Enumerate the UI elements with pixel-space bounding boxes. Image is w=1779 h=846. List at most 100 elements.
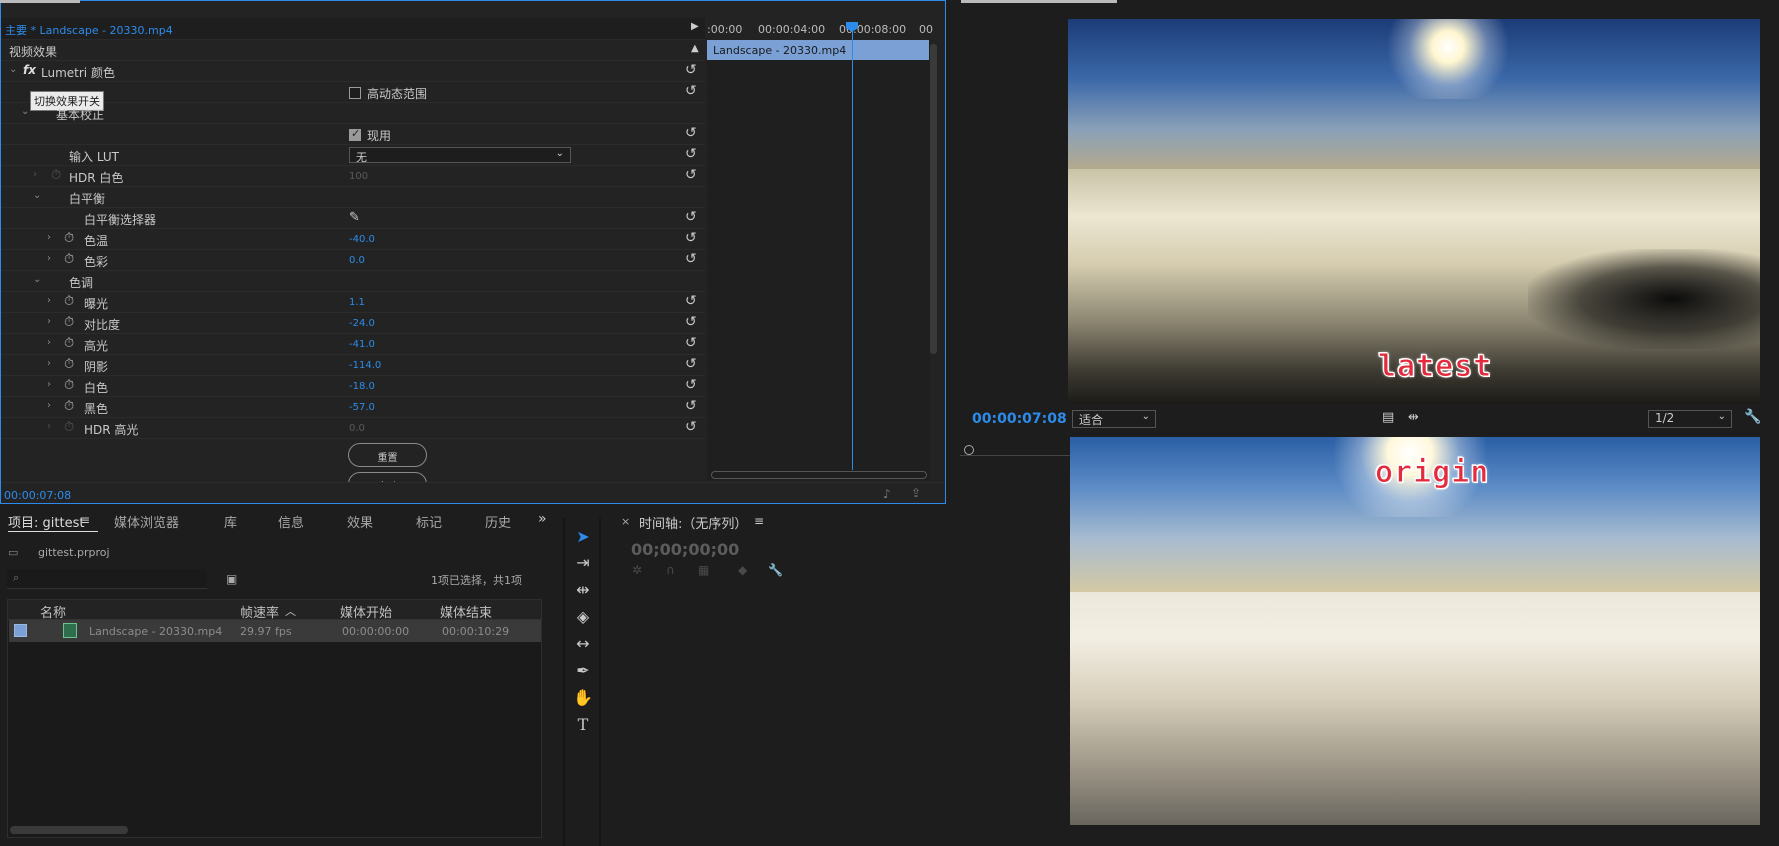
eyedropper-icon[interactable]: ✎: [349, 210, 360, 225]
contrast-value[interactable]: -24.0: [349, 318, 375, 329]
shadows-value[interactable]: -114.0: [349, 360, 381, 371]
tab-effects[interactable]: 效果: [347, 512, 373, 531]
safe-margins-icon[interactable]: ▤: [1382, 410, 1394, 425]
label-color-swatch[interactable]: [14, 624, 27, 637]
stopwatch-icon[interactable]: ⏱: [64, 357, 74, 372]
export-icon[interactable]: ⇪: [911, 486, 921, 500]
temperature-value[interactable]: -40.0: [349, 234, 375, 245]
lumetri-effect-row[interactable]: ⌄ fx Lumetri 颜色 ↺: [1, 61, 705, 82]
reset-icon[interactable]: ↺: [685, 293, 697, 309]
tab-history[interactable]: 历史: [485, 512, 515, 531]
chevron-down-icon[interactable]: ⌄: [9, 64, 17, 75]
tab-project[interactable]: 项目: gittest: [8, 512, 84, 531]
selection-tool-icon[interactable]: ➤: [572, 527, 594, 549]
column-fps[interactable]: 帧速率: [240, 602, 279, 621]
fit-dropdown[interactable]: 适合 ⌄: [1072, 410, 1156, 428]
exposure-value[interactable]: 1.1: [349, 297, 365, 308]
wrench-icon[interactable]: 🔧: [768, 563, 783, 577]
chevron-right-icon[interactable]: ›: [47, 232, 51, 243]
collapse-up-icon[interactable]: ▲: [691, 43, 699, 54]
video-frame-latest[interactable]: latest: [1068, 19, 1760, 406]
chevron-right-icon[interactable]: ›: [47, 253, 51, 264]
play-only-icon[interactable]: ▶: [691, 21, 699, 32]
chevron-down-icon[interactable]: ⌄: [33, 274, 41, 285]
playhead[interactable]: [852, 24, 853, 470]
vertical-scrollbar[interactable]: [930, 44, 937, 354]
reset-icon[interactable]: ↺: [685, 62, 697, 78]
slip-icon[interactable]: ↔: [572, 634, 594, 656]
tab-library[interactable]: 库: [224, 512, 237, 531]
basic-correction-row[interactable]: ⌄ 基本校正: [1, 103, 705, 124]
tab-media-browser[interactable]: 媒体浏览器: [114, 512, 179, 531]
chevron-right-icon[interactable]: ›: [47, 295, 51, 306]
reset-icon[interactable]: ↺: [685, 314, 697, 330]
column-media-end[interactable]: 媒体结束: [440, 602, 492, 621]
stopwatch-icon[interactable]: ⏱: [64, 231, 74, 246]
reset-icon[interactable]: ↺: [685, 335, 697, 351]
reset-icon[interactable]: ↺: [685, 209, 697, 225]
chevron-right-icon[interactable]: ›: [47, 379, 51, 390]
reset-icon[interactable]: ↺: [685, 230, 697, 246]
reset-icon[interactable]: ↺: [685, 83, 697, 99]
program-timecode[interactable]: 00:00:07:08: [972, 411, 1067, 427]
tone-row[interactable]: ⌄ 色调: [1, 271, 705, 292]
stopwatch-icon[interactable]: ⏱: [64, 399, 74, 414]
in-point-handle[interactable]: [964, 445, 974, 455]
timeline-timecode[interactable]: 00;00;00;00: [631, 540, 739, 559]
reset-icon[interactable]: ↺: [685, 125, 697, 141]
stopwatch-icon[interactable]: ⏱: [64, 294, 74, 309]
reset-icon[interactable]: ↺: [685, 251, 697, 267]
razor-icon[interactable]: ◈: [572, 607, 594, 629]
type-tool-icon[interactable]: T: [572, 715, 594, 737]
reset-icon[interactable]: ↺: [685, 146, 697, 162]
reset-icon[interactable]: ↺: [685, 167, 697, 183]
hand-icon[interactable]: ✋: [572, 688, 594, 710]
effect-timecode[interactable]: 00:00:07:08: [4, 489, 71, 502]
panel-menu-icon[interactable]: ≡: [80, 513, 90, 527]
stopwatch-icon[interactable]: ⏱: [64, 252, 74, 267]
master-clip-tab[interactable]: 主要 * Landscape - 20330.mp4: [5, 22, 173, 38]
new-bin-icon[interactable]: ▣: [226, 572, 237, 586]
tint-value[interactable]: 0.0: [349, 255, 365, 266]
search-input[interactable]: ⌕: [7, 569, 207, 589]
horizontal-scrollbar[interactable]: [10, 826, 128, 834]
reset-icon[interactable]: ↺: [685, 377, 697, 393]
reset-button[interactable]: 重置: [348, 443, 427, 467]
apply-checkbox[interactable]: [349, 127, 361, 141]
stopwatch-icon[interactable]: ⏱: [64, 336, 74, 351]
blacks-value[interactable]: -57.0: [349, 402, 375, 413]
highlights-value[interactable]: -41.0: [349, 339, 375, 350]
resolution-dropdown[interactable]: 1/2 ⌄: [1648, 410, 1732, 428]
panel-menu-icon[interactable]: ≡: [754, 514, 764, 528]
chevron-down-icon[interactable]: ⌄: [33, 190, 41, 201]
sort-ascending-icon[interactable]: ︿: [285, 603, 296, 619]
timeline-title[interactable]: 时间轴:（无序列）: [639, 513, 747, 532]
filter-icon[interactable]: ♪: [883, 487, 891, 501]
tab-markers[interactable]: 标记: [416, 512, 442, 531]
white-balance-row[interactable]: ⌄ 白平衡: [1, 187, 705, 208]
fx-toggle-icon[interactable]: fx: [23, 63, 36, 77]
overflow-tabs-icon[interactable]: »: [538, 511, 547, 527]
time-ruler[interactable]: :00:00 00:00:04:00 00:00:08:00 00: [707, 18, 933, 40]
hdr-checkbox[interactable]: [349, 87, 361, 99]
whites-value[interactable]: -18.0: [349, 381, 375, 392]
track-select-icon[interactable]: ⇥: [572, 553, 594, 575]
video-frame-origin[interactable]: origin: [1070, 437, 1760, 825]
reset-icon[interactable]: ↺: [685, 356, 697, 372]
stopwatch-icon[interactable]: ⏱: [64, 315, 74, 330]
close-icon[interactable]: ×: [621, 515, 630, 528]
column-media-start[interactable]: 媒体开始: [340, 602, 392, 621]
chevron-right-icon[interactable]: ›: [47, 358, 51, 369]
column-name[interactable]: 名称: [40, 602, 66, 621]
zoom-scrollbar[interactable]: [711, 471, 927, 479]
reset-icon[interactable]: ↺: [685, 419, 697, 435]
chevron-right-icon[interactable]: ›: [47, 316, 51, 327]
tab-info[interactable]: 信息: [278, 512, 304, 531]
stopwatch-icon[interactable]: ⏱: [64, 378, 74, 393]
trim-icon[interactable]: ⇹: [1408, 410, 1419, 425]
chevron-down-icon[interactable]: ⌄: [21, 106, 29, 117]
effect-timeline[interactable]: [707, 18, 930, 480]
wrench-icon[interactable]: 🔧: [1744, 409, 1761, 425]
input-lut-select[interactable]: 无 ⌄: [349, 147, 571, 164]
pen-icon[interactable]: ✒: [572, 661, 594, 683]
